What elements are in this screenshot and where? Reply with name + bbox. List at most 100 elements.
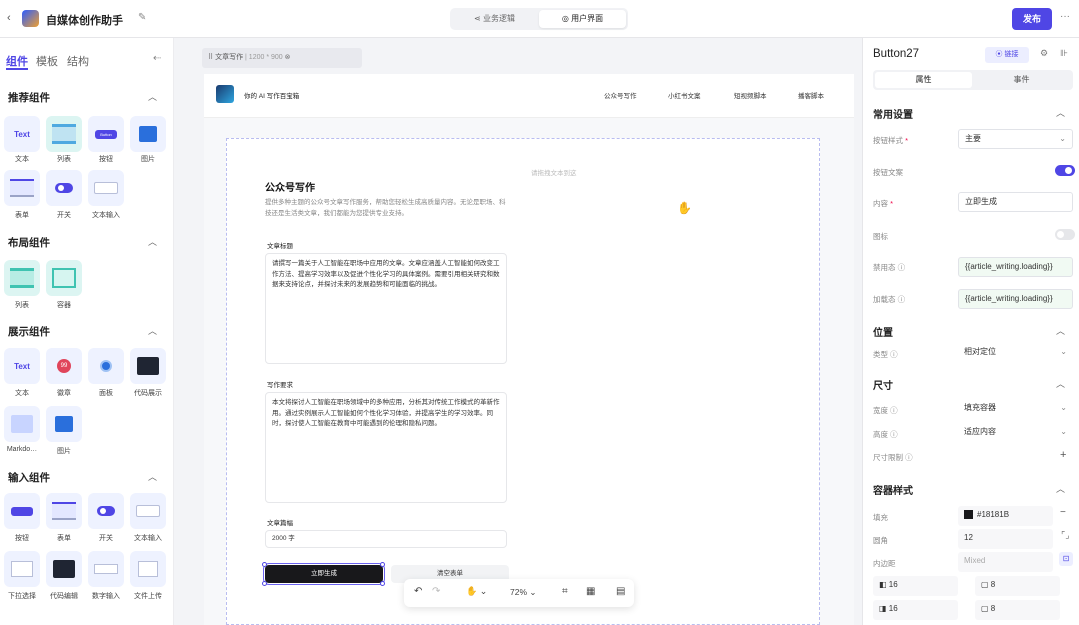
corner-icon[interactable]: ⌜⌟ (1061, 530, 1069, 541)
padding-top-input[interactable]: ▢ 8 (975, 576, 1060, 596)
document-icon[interactable]: ▤ (616, 586, 625, 597)
component-panel: 组件 模板 结构 ⇠ 推荐组件 ︿ Text 文本 列表 Button 按钮 图… (0, 38, 174, 625)
settings-icon[interactable]: ⚙ (1040, 48, 1048, 59)
tile-container[interactable] (46, 260, 82, 296)
grid-icon[interactable]: ▦ (586, 586, 595, 597)
requirements-textarea[interactable]: 本文将探讨人工智能在职场领域中的多种应用，分析其对传统工作模式的革新作用。通过实… (265, 392, 507, 503)
nav-link[interactable]: 播客脚本 (798, 90, 824, 100)
chevron-up-icon[interactable]: ︿ (1056, 482, 1065, 495)
back-icon[interactable]: ‹ (7, 12, 11, 24)
tile-layout-list[interactable] (4, 260, 40, 296)
padding-input[interactable]: Mixed (958, 552, 1053, 572)
tile-select[interactable] (4, 551, 40, 587)
tile-input-button[interactable] (4, 493, 40, 529)
padding-bottom-input[interactable]: ▢ 8 (975, 600, 1060, 620)
chevron-up-icon[interactable]: ︿ (1056, 377, 1065, 390)
chevron-up-icon[interactable]: ︿ (148, 235, 157, 248)
padding-mode-icon[interactable]: ⊡ (1059, 552, 1073, 566)
tile-text-input[interactable] (88, 170, 124, 206)
page-tab[interactable]: ⠿ 文章写作 | 1200 * 900 ⊗ (202, 48, 362, 68)
nav-link[interactable]: 短视频脚本 (734, 90, 767, 100)
nav-link[interactable]: 小红书文案 (668, 90, 701, 100)
title-textarea[interactable]: 请撰写一篇关于人工智能在职场中应用的文章。文章应涵盖人工智能如何改变工作方法、提… (265, 253, 507, 364)
section-title-input: 输入组件 (8, 472, 50, 484)
tile-code-editor[interactable] (46, 551, 82, 587)
fill-color-input[interactable]: #18181B (958, 506, 1053, 526)
tile-display-text[interactable]: Text (4, 348, 40, 384)
zoom-select[interactable]: 72% ⌄ (510, 587, 537, 598)
fit-screen-icon[interactable]: ⌗ (562, 586, 568, 597)
page-heading: 公众号写作 (265, 183, 315, 194)
tile-image[interactable] (130, 116, 166, 152)
tile-list[interactable] (46, 116, 82, 152)
tab-user-interface[interactable]: ◎ 用户界面 (539, 10, 626, 28)
tile-badge[interactable]: 99 (46, 348, 82, 384)
tile-button[interactable]: Button (88, 116, 124, 152)
redo-icon[interactable]: ↷ (432, 586, 440, 597)
tab-structure[interactable]: 结构 (67, 53, 89, 69)
generate-button[interactable]: 立即生成 (263, 563, 385, 585)
tile-input-switch[interactable] (88, 493, 124, 529)
tile-input-text[interactable] (130, 493, 166, 529)
resize-handle[interactable] (380, 581, 385, 586)
resize-handle[interactable] (380, 562, 385, 567)
padding-left-input[interactable]: ◧ 16 (873, 576, 958, 596)
chevron-up-icon[interactable]: ︿ (1056, 324, 1065, 337)
edit-icon[interactable]: ✎ (138, 12, 146, 23)
tile-code-display[interactable] (130, 348, 166, 384)
loading-expression[interactable]: {{article_writing.loading}} (958, 289, 1073, 309)
tile-text[interactable]: Text (4, 116, 40, 152)
tile-label: 数字输入 (92, 593, 120, 600)
pointer-tool-icon[interactable]: ✋ ⌄ (466, 586, 487, 597)
resize-handle[interactable] (262, 581, 267, 586)
tile-label: 列表 (57, 156, 71, 163)
icon-toggle[interactable] (1055, 229, 1075, 240)
width-select[interactable]: 填充容器 ⌄ (958, 399, 1073, 419)
chevron-up-icon[interactable]: ︿ (1056, 106, 1065, 119)
add-icon[interactable]: + (1060, 449, 1066, 461)
field-label: 文章标题 (267, 243, 293, 250)
tile-panel[interactable] (88, 348, 124, 384)
length-input[interactable]: 2000 字 (265, 530, 507, 548)
disabled-expression[interactable]: {{article_writing.loading}} (958, 257, 1073, 277)
tile-label: 开关 (57, 212, 71, 219)
tile-switch[interactable] (46, 170, 82, 206)
collapse-panel-icon[interactable]: ⇠ (153, 53, 161, 64)
field-label: 圆角 (873, 536, 888, 545)
app-logo (22, 10, 39, 27)
tab-templates[interactable]: 模板 (36, 53, 58, 69)
chevron-up-icon[interactable]: ︿ (148, 90, 157, 103)
panel-icon[interactable]: ⊪ (1060, 48, 1068, 59)
page-navbar: 你的 AI 写作百宝箱 公众号写作 小红书文案 短视频脚本 播客脚本 (204, 74, 854, 118)
padding-right-input[interactable]: ◨ 16 (873, 600, 958, 620)
view-switcher: ⋖ 业务逻辑 ◎ 用户界面 (450, 8, 628, 30)
content-container[interactable]: 请拖拽文本到这 公众号写作 提供多种主题的公众号文章写作服务，帮助您轻松生成高质… (226, 138, 820, 625)
content-input[interactable]: 立即生成 (958, 192, 1073, 212)
resize-handle[interactable] (262, 562, 267, 567)
more-icon[interactable]: ··· (1060, 11, 1070, 22)
tile-input-form[interactable] (46, 493, 82, 529)
button-text-toggle[interactable] (1055, 165, 1075, 176)
radius-input[interactable]: 12 (958, 529, 1053, 549)
chevron-up-icon[interactable]: ︿ (148, 470, 157, 483)
position-type-select[interactable]: 相对定位 ⌄ (958, 343, 1073, 363)
chevron-up-icon[interactable]: ︿ (148, 324, 157, 337)
tab-events[interactable]: 事件 (973, 72, 1070, 88)
tab-properties[interactable]: 属性 (875, 72, 972, 88)
top-bar: ‹ 自媒体创作助手 ✎ ⋖ 业务逻辑 ◎ 用户界面 发布 ··· (0, 0, 1079, 38)
button-style-select[interactable]: 主要 ⌄ (958, 129, 1073, 149)
locate-button[interactable]: ⦿ 链接 (985, 47, 1029, 63)
nav-link[interactable]: 公众号写作 (604, 90, 637, 100)
remove-icon[interactable]: − (1060, 507, 1066, 518)
tile-file-upload[interactable] (130, 551, 166, 587)
undo-icon[interactable]: ↶ (414, 586, 422, 597)
tile-number-input[interactable] (88, 551, 124, 587)
height-select[interactable]: 适应内容 ⌄ (958, 423, 1073, 443)
tile-display-image[interactable] (46, 406, 82, 442)
tile-form[interactable] (4, 170, 40, 206)
tab-business-logic[interactable]: ⋖ 业务逻辑 (452, 10, 537, 28)
page-intro: 提供多种主题的公众号文章写作服务，帮助您轻松生成高质量内容。无论是职场、科技还是… (265, 199, 506, 217)
tile-markdown[interactable] (4, 406, 40, 442)
tab-components[interactable]: 组件 (6, 53, 28, 69)
publish-button[interactable]: 发布 (1012, 8, 1052, 30)
